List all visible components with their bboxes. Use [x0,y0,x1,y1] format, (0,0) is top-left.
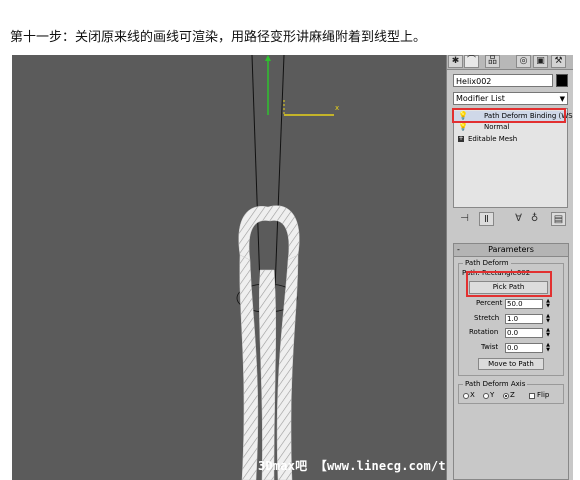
show-end-result-icon[interactable]: Ⅱ [479,212,494,226]
path-deform-axis-title: Path Deform Axis [463,379,528,389]
axis-x-radio[interactable] [463,393,469,399]
utilities-icon[interactable]: ⚒ [551,55,566,68]
collapse-icon: - [457,245,460,254]
highlight-stack-item [452,108,566,123]
gizmo-x-label: x [335,104,339,112]
percent-spinner-arrows[interactable]: ▲ ▼ [545,299,551,309]
flip-label: Flip [537,391,550,399]
move-to-path-button[interactable]: Move to Path [478,358,544,370]
create-icon[interactable]: ✱ [448,55,463,68]
stretch-label: Stretch [474,314,500,322]
step-caption: 第十一步：关闭原来线的画线可渲染，用路径变形讲麻绳附着到线型上。 [10,30,427,45]
modify-icon[interactable]: ⌒ [464,55,479,68]
axis-y-label: Y [490,391,495,399]
gizmo-y-arrow [265,55,271,61]
object-name-field[interactable]: Helix002 [453,74,553,87]
rotation-label: Rotation [469,328,499,336]
percent-field[interactable]: 50.0 [505,299,543,309]
stack-toolbar: ⊣ Ⅱ ∀ ♁ ▤ [453,211,568,227]
rope-loop [238,205,300,261]
twist-spinner-arrows[interactable]: ▲ ▼ [545,343,551,353]
motion-icon[interactable]: ◎ [516,55,531,68]
remove-modifier-icon[interactable]: ♁ [527,212,542,226]
chevron-down-icon: ▼ [559,95,565,103]
lightbulb-icon[interactable]: 💡 [458,123,468,131]
twist-field[interactable]: 0.0 [505,343,543,353]
rotation-spinner-arrows[interactable]: ▲ ▼ [545,328,551,338]
hierarchy-icon[interactable]: 品 [485,55,500,68]
modifier-stack: 💡 Path Deform Binding (WS 💡 Normal + Edi… [453,108,573,208]
stretch-field[interactable]: 1.0 [505,314,543,324]
rope-strand-right [276,254,299,480]
parameters-rollout-header[interactable]: - Parameters [454,244,568,257]
stack-item-editable-mesh[interactable]: + Editable Mesh [454,134,567,145]
make-unique-icon[interactable]: ∀ [511,212,526,226]
path-deform-axis-group: Path Deform Axis X Y Z Flip [458,379,564,404]
rope-strand-left [239,254,259,480]
flip-checkbox[interactable] [529,393,535,399]
axis-z-radio[interactable] [503,393,509,399]
plus-box-icon[interactable]: + [458,136,464,142]
twist-label: Twist [481,343,499,351]
viewport-scene: x [236,55,339,480]
3d-viewport[interactable]: x 3Dmax吧 【www.linecg.com/tieba/1771】 [12,55,446,480]
pin-stack-icon[interactable]: ⊣ [457,212,472,226]
watermark: 3Dmax吧 【www.linecg.com/tieba/1771】 [258,459,446,473]
path-deform-group-title: Path Deform [463,258,511,268]
axis-z-label: Z [510,391,515,399]
configure-sets-icon[interactable]: ▤ [551,212,566,226]
modifier-list-label: Modifier List [456,94,505,103]
path-line-right [273,55,285,316]
percent-label: Percent [476,299,503,307]
axis-x-label: X [470,391,475,399]
stretch-spinner-arrows[interactable]: ▲ ▼ [545,314,551,324]
parameters-title: Parameters [488,245,534,254]
rotation-field[interactable]: 0.0 [505,328,543,338]
object-color-swatch[interactable] [556,74,568,87]
modifier-list-dropdown[interactable]: Modifier List ▼ [453,92,568,105]
display-icon[interactable]: ▣ [533,55,548,68]
axis-y-radio[interactable] [483,393,489,399]
rope-strand-middle [258,269,277,480]
command-panel-tabs: ✱ ⌒ 品 ◎ ▣ ⚒ [447,55,573,70]
stack-item-normal[interactable]: 💡 Normal [454,122,567,133]
highlight-pick-path [466,271,552,297]
